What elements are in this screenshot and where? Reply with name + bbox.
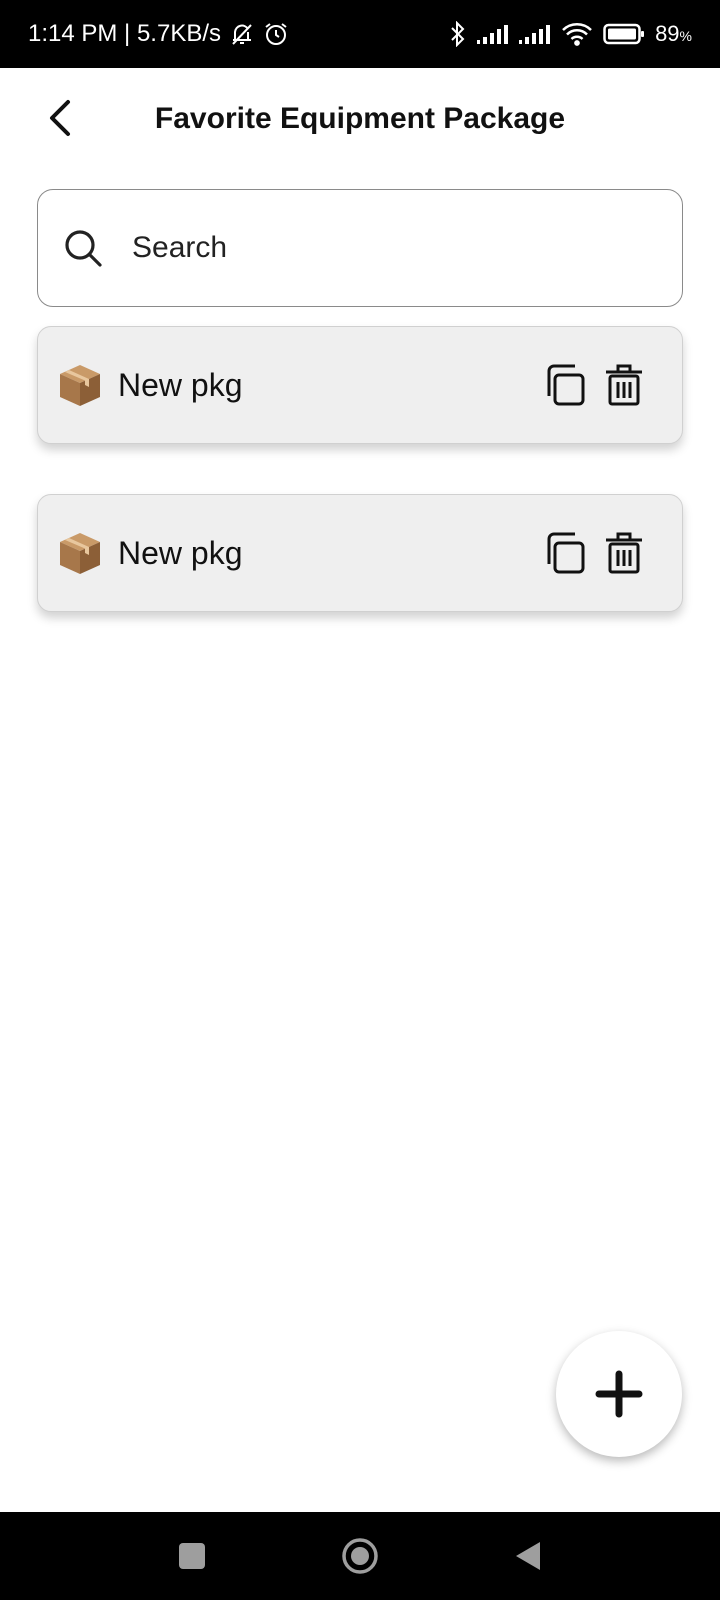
plus-icon [595,1370,643,1418]
recent-apps-icon [179,1543,205,1569]
add-package-button[interactable] [556,1331,682,1457]
signal-icon [519,23,551,45]
status-bar: 1:14 PM | 5.7KB/s 89% [0,0,720,68]
package-name: New pkg [118,366,243,403]
status-time-speed: 1:14 PM | 5.7KB/s [28,20,221,47]
search-bar[interactable] [37,189,683,307]
battery-unit: % [679,28,692,44]
nav-back-button[interactable] [488,1512,568,1600]
search-icon [65,230,102,267]
signal-icon [477,23,509,45]
alarm-icon [263,21,289,47]
delete-button[interactable] [602,529,646,577]
back-icon [516,1542,540,1570]
system-nav-bar [0,1512,720,1600]
recent-apps-button[interactable] [152,1512,232,1600]
copy-icon [547,532,585,574]
battery-icon [603,23,645,45]
trash-icon [606,532,642,574]
page-title: Favorite Equipment Package [154,102,566,135]
app-header: Favorite Equipment Package [0,68,720,172]
package-card[interactable]: New pkg [37,326,683,444]
mute-bell-icon [229,21,255,47]
battery-level: 89% [655,21,692,46]
search-input[interactable] [130,230,614,266]
package-actions [544,495,646,611]
bluetooth-icon [449,21,467,47]
package-card[interactable]: New pkg [37,494,683,612]
wifi-icon [561,22,593,46]
package-name: New pkg [118,534,243,571]
package-actions [544,327,646,443]
home-button[interactable] [320,1512,400,1600]
package-icon [60,365,100,406]
copy-button[interactable] [544,529,588,577]
copy-button[interactable] [544,361,588,409]
trash-icon [606,364,642,406]
delete-button[interactable] [602,361,646,409]
package-icon [60,533,100,574]
copy-icon [547,364,585,406]
home-icon [342,1538,378,1574]
